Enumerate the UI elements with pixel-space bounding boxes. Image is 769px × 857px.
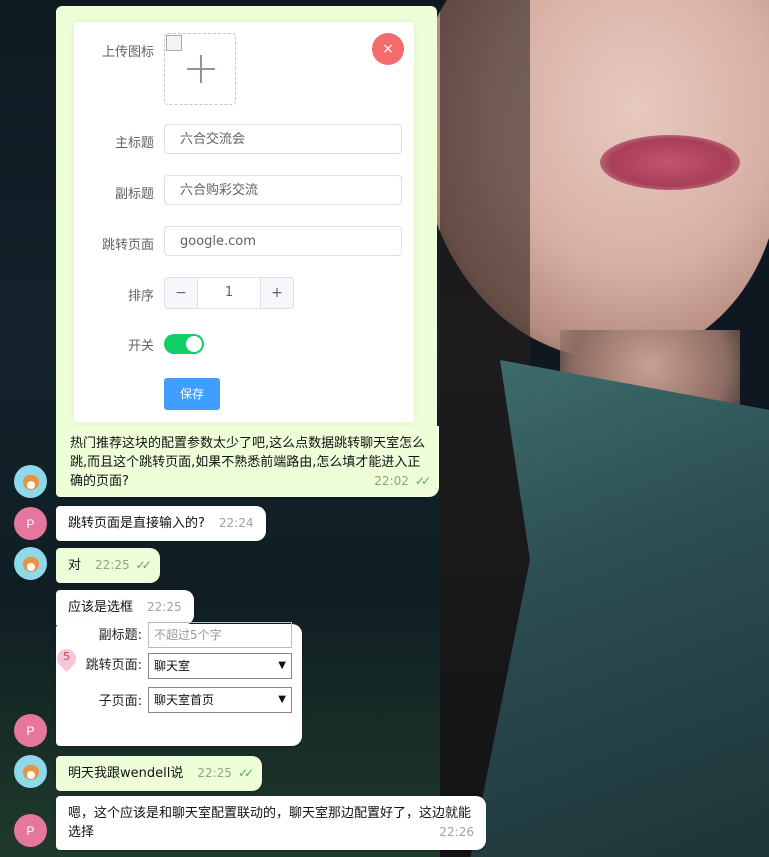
avatar-other[interactable]: P (14, 507, 47, 540)
avatar-self[interactable] (14, 465, 47, 498)
message-time: 22:25 (197, 766, 232, 780)
sort-label: 排序 (127, 289, 154, 304)
message-bubble-in[interactable]: 跳转页面是直接输入的? 22:24 (56, 506, 266, 541)
message-bubble-out[interactable]: 热门推荐这块的配置参数太少了吧,这么点数据跳转聊天室怎么跳,而且这个跳转页面,如… (56, 426, 439, 497)
config-form-screenshot: 上传图标 × 主标题 六合交流会 副标题 六合购彩交流 跳转页面 google.… (74, 22, 414, 422)
message-text: 应该是选框 (68, 600, 134, 615)
pin-number: 5 (63, 650, 70, 663)
upload-box[interactable] (164, 33, 236, 105)
message-time: 22:26 (439, 825, 474, 839)
save-button[interactable]: 保存 (164, 378, 220, 410)
message-bubble-out[interactable]: 对 22:25 ✓✓ (56, 548, 160, 583)
subtitle-label: 副标题 (114, 187, 154, 202)
double-check-icon: ✓✓ (414, 474, 431, 488)
avatar-other[interactable]: P (14, 814, 47, 847)
embedded-jump-select: 聊天室 ▼ (148, 653, 292, 679)
dropdown-arrow-icon: ▼ (278, 660, 286, 671)
embedded-child-select: 聊天室首页 ▼ (148, 687, 292, 713)
jump-label: 跳转页面 (101, 238, 154, 253)
embedded-jump-label: 跳转页面: (85, 658, 142, 673)
enable-switch[interactable] (164, 334, 204, 354)
title-label: 主标题 (114, 136, 154, 151)
message-bubble-in[interactable]: 嗯，这个应该是和聊天室配置联动的，聊天室那边配置好了，这边就能选择 22:26 (56, 796, 486, 850)
message-time: 22:25 (147, 600, 182, 614)
dog-avatar-icon (20, 553, 42, 575)
sort-stepper[interactable]: − 1 + (164, 277, 294, 309)
broken-image-icon (166, 35, 182, 51)
avatar-other[interactable]: P (14, 714, 47, 747)
decrement-button[interactable]: − (165, 278, 198, 308)
double-check-icon: ✓✓ (237, 766, 254, 780)
embedded-subtitle-input: 不超过5个字 (148, 622, 292, 648)
close-button[interactable]: × (372, 33, 404, 65)
jump-input[interactable]: google.com (164, 226, 402, 256)
dog-avatar-icon (20, 761, 42, 783)
message-time: 22:02 (374, 474, 409, 488)
dog-avatar-icon (20, 471, 42, 493)
embedded-subtitle-label: 副标题: (98, 628, 142, 643)
increment-button[interactable]: + (260, 278, 293, 308)
double-check-icon: ✓✓ (135, 558, 152, 572)
subtitle-input[interactable]: 六合购彩交流 (164, 175, 402, 205)
dropdown-arrow-icon: ▼ (278, 694, 286, 705)
message-time: 22:24 (218, 516, 254, 530)
upload-label: 上传图标 (101, 45, 154, 60)
message-image-bubble[interactable]: 副标题: 不超过5个字 跳转页面: 聊天室 ▼ 子页面: 聊天室首页 ▼ (56, 622, 302, 746)
avatar-self[interactable] (14, 547, 47, 580)
sort-value[interactable]: 1 (198, 278, 260, 308)
message-bubble-out[interactable]: 明天我跟wendell说 22:25 ✓✓ (56, 756, 263, 791)
embedded-child-label: 子页面: (98, 694, 142, 709)
embedded-jump-value: 聊天室 (154, 659, 191, 673)
message-text: 对 (68, 558, 82, 573)
message-text: 跳转页面是直接输入的? (68, 516, 205, 531)
title-input[interactable]: 六合交流会 (164, 124, 402, 154)
avatar-self[interactable] (14, 755, 47, 788)
message-time: 22:25 (95, 558, 130, 572)
message-bubble-in[interactable]: 应该是选框 22:25 (56, 590, 194, 625)
embedded-child-value: 聊天室首页 (154, 693, 215, 707)
message-text: 明天我跟wendell说 (68, 766, 184, 781)
switch-label: 开关 (127, 339, 154, 354)
